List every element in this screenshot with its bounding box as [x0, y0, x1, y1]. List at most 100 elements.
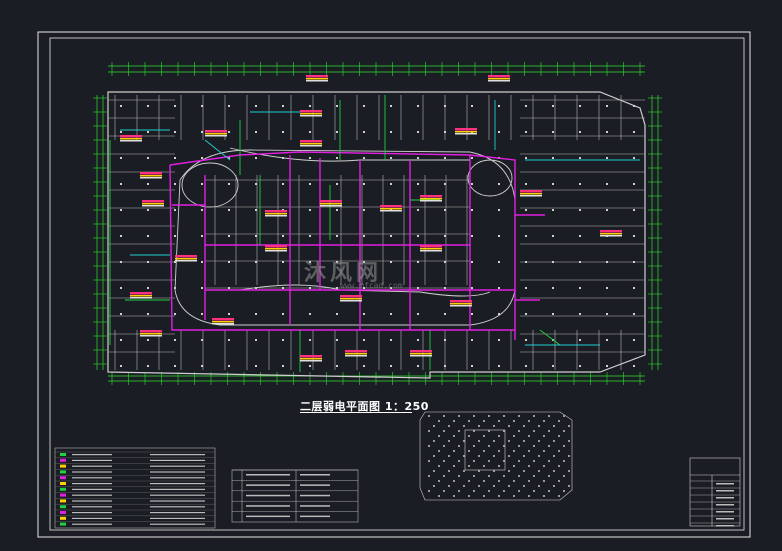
device-text-placeholder — [300, 484, 330, 486]
hatch-dot — [533, 460, 535, 462]
legend-symbol — [60, 464, 66, 468]
green-run — [539, 329, 561, 346]
tag-bar-red — [340, 295, 362, 298]
column — [309, 157, 311, 159]
column — [120, 183, 122, 185]
hatch-dot — [473, 475, 475, 477]
hatch-dot — [513, 420, 515, 422]
column — [309, 131, 311, 133]
column — [147, 105, 149, 107]
tag-bar-white — [320, 205, 342, 207]
hatch-dot — [478, 440, 480, 442]
legend-text-placeholder — [150, 454, 205, 456]
column — [174, 131, 176, 133]
hatch-dot — [448, 455, 450, 457]
column — [336, 365, 338, 367]
column — [201, 157, 203, 159]
equipment-tag — [265, 245, 287, 252]
legend-text-placeholder — [150, 500, 205, 502]
column — [255, 339, 257, 341]
column — [147, 183, 149, 185]
hatch-dot — [508, 485, 510, 487]
device-text-placeholder — [300, 474, 330, 476]
equipment-tag — [455, 128, 477, 135]
legend-text-placeholder — [72, 465, 112, 467]
column — [147, 365, 149, 367]
hatch-dot — [533, 475, 535, 477]
column — [498, 105, 500, 107]
legend-symbol — [60, 505, 66, 509]
tag-bar-white — [450, 305, 472, 307]
hatch-dot — [438, 420, 440, 422]
tag-bar-red — [120, 135, 142, 138]
column — [255, 105, 257, 107]
column — [579, 157, 581, 159]
hatch-dot — [563, 460, 565, 462]
hatch-dot — [488, 415, 490, 417]
column — [525, 365, 527, 367]
legend-text-placeholder — [72, 523, 112, 525]
column — [390, 183, 392, 185]
hatch-dot — [558, 465, 560, 467]
device-text-placeholder — [246, 505, 290, 507]
hatch-dot — [523, 425, 525, 427]
column — [282, 235, 284, 237]
column — [498, 235, 500, 237]
legend-symbol — [60, 476, 66, 480]
column — [282, 131, 284, 133]
hatch-dot — [528, 465, 530, 467]
column — [120, 339, 122, 341]
hatch-dot — [428, 415, 430, 417]
column — [525, 339, 527, 341]
legend-text-placeholder — [72, 500, 112, 502]
tag-bar-yellow — [410, 353, 432, 355]
equipment-tag — [420, 195, 442, 202]
column — [633, 261, 635, 263]
column — [228, 131, 230, 133]
hatch-dot — [473, 445, 475, 447]
column — [255, 261, 257, 263]
column — [606, 287, 608, 289]
column — [147, 131, 149, 133]
hatch-dot — [568, 470, 570, 472]
hatch-dot — [563, 430, 565, 432]
hatch-dot — [428, 445, 430, 447]
hatch-dot — [528, 480, 530, 482]
hatch-dot — [543, 480, 545, 482]
hatch-dot — [553, 455, 555, 457]
equipment-tag — [142, 200, 164, 207]
column — [498, 209, 500, 211]
hatch-dot — [493, 425, 495, 427]
hatch-dot — [498, 465, 500, 467]
column — [255, 365, 257, 367]
column — [282, 105, 284, 107]
hatch-dot — [518, 460, 520, 462]
hatch-dot — [458, 460, 460, 462]
tag-bar-white — [488, 80, 510, 82]
legend-symbol — [60, 499, 66, 503]
hatch-dot — [433, 440, 435, 442]
hatch-dot — [548, 430, 550, 432]
column — [471, 365, 473, 367]
legend-symbol — [60, 482, 66, 485]
legend-text-placeholder — [150, 517, 205, 519]
column — [579, 339, 581, 341]
hatch-dot — [523, 455, 525, 457]
tag-bar-white — [306, 80, 328, 82]
tag-bar-white — [140, 177, 162, 179]
column — [633, 157, 635, 159]
column — [579, 183, 581, 185]
tag-bar-red — [142, 200, 164, 203]
column — [336, 183, 338, 185]
structural-columns — [120, 105, 635, 367]
column — [282, 365, 284, 367]
column — [606, 313, 608, 315]
column — [120, 287, 122, 289]
column — [552, 105, 554, 107]
column — [444, 261, 446, 263]
column — [174, 313, 176, 315]
tag-bar-white — [380, 210, 402, 212]
column — [228, 183, 230, 185]
hatch-dot — [453, 420, 455, 422]
equipment-tag — [212, 318, 234, 325]
